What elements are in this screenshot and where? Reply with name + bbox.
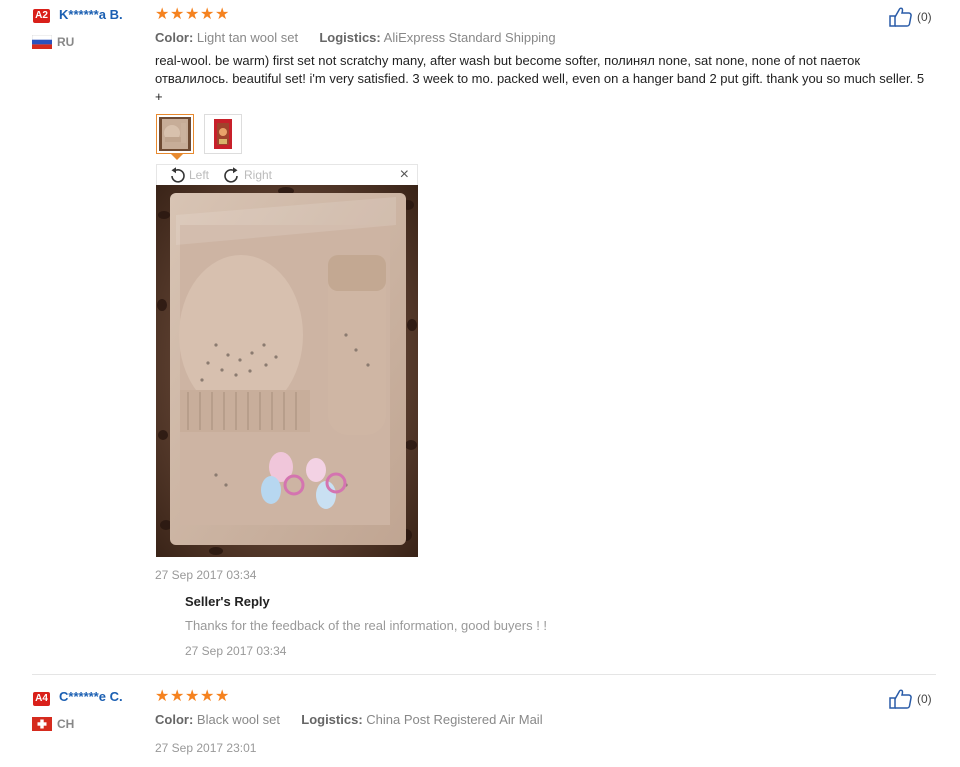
helpful-button[interactable]: (0): [889, 689, 932, 709]
rotate-left-label: Left: [189, 168, 210, 182]
star-icon: ★: [155, 6, 170, 23]
color-label: Color:: [155, 712, 194, 727]
buyer-level-badge: A2: [33, 9, 50, 23]
star-rating: ★★★★★: [155, 7, 230, 23]
review-date: 27 Sep 2017 03:34: [155, 568, 257, 582]
color-label: Color:: [155, 30, 194, 45]
order-info: Color: Black wool set Logistics: China P…: [155, 712, 543, 727]
close-icon: ×: [399, 166, 409, 183]
star-icon: ★: [155, 688, 170, 705]
review-text: real-wool. be warm) first set not scratc…: [155, 53, 925, 104]
rotate-left-icon: [171, 167, 185, 183]
review-photo-thumbnail[interactable]: [156, 114, 194, 154]
star-icon: ★: [215, 6, 230, 23]
buyer-country: RU: [57, 35, 75, 49]
star-icon: ★: [200, 688, 215, 705]
rotate-left-button[interactable]: Left: [167, 166, 209, 185]
photo-thumbnail-image: [159, 117, 191, 151]
active-thumbnail-pointer: [171, 154, 183, 160]
product-photo-image: [156, 185, 418, 557]
star-icon: ★: [185, 6, 200, 23]
logistics-label: Logistics:: [319, 30, 381, 45]
buyer-username: C******e C.: [59, 689, 123, 704]
star-icon: ★: [170, 6, 185, 23]
rotate-right-icon: [224, 167, 238, 183]
review-photo-enlarged: [156, 185, 418, 557]
buyer-country: CH: [57, 717, 75, 731]
rotate-right-button[interactable]: Right: [222, 166, 272, 185]
thumbs-up-icon: [889, 689, 912, 709]
buyer-level-badge: A4: [33, 692, 50, 706]
star-icon: ★: [170, 688, 185, 705]
logistics-label: Logistics:: [301, 712, 363, 727]
color-value: Light tan wool set: [196, 30, 299, 45]
logistics-value: China Post Registered Air Mail: [366, 712, 543, 727]
helpful-button[interactable]: (0): [889, 7, 932, 27]
order-info: Color: Light tan wool set Logistics: Ali…: [155, 30, 556, 45]
close-viewer-button[interactable]: ×: [400, 165, 409, 185]
review-date: 27 Sep 2017 23:01: [155, 741, 257, 755]
helpful-count: (0): [917, 692, 932, 706]
seller-reply-title: Seller's Reply: [185, 594, 270, 609]
thumbs-up-icon: [889, 7, 912, 27]
photo-thumbnail-image: [207, 117, 239, 151]
flag-switzerland-icon: [32, 717, 52, 731]
photo-viewer-toolbar: Left Right ×: [156, 164, 418, 185]
star-rating: ★★★★★: [155, 689, 230, 705]
helpful-count: (0): [917, 10, 932, 24]
color-value: Black wool set: [196, 712, 280, 727]
flag-russia-icon: [32, 35, 52, 49]
seller-reply-text: Thanks for the feedback of the real info…: [185, 618, 548, 633]
star-icon: ★: [185, 688, 200, 705]
buyer-username: K******a B.: [59, 7, 123, 22]
seller-reply-date: 27 Sep 2017 03:34: [185, 644, 287, 658]
rotate-right-label: Right: [244, 168, 273, 182]
star-icon: ★: [200, 6, 215, 23]
review-photo-thumbnail[interactable]: [204, 114, 242, 154]
star-icon: ★: [215, 688, 230, 705]
review-divider: [32, 674, 936, 675]
logistics-value: AliExpress Standard Shipping: [383, 30, 556, 45]
